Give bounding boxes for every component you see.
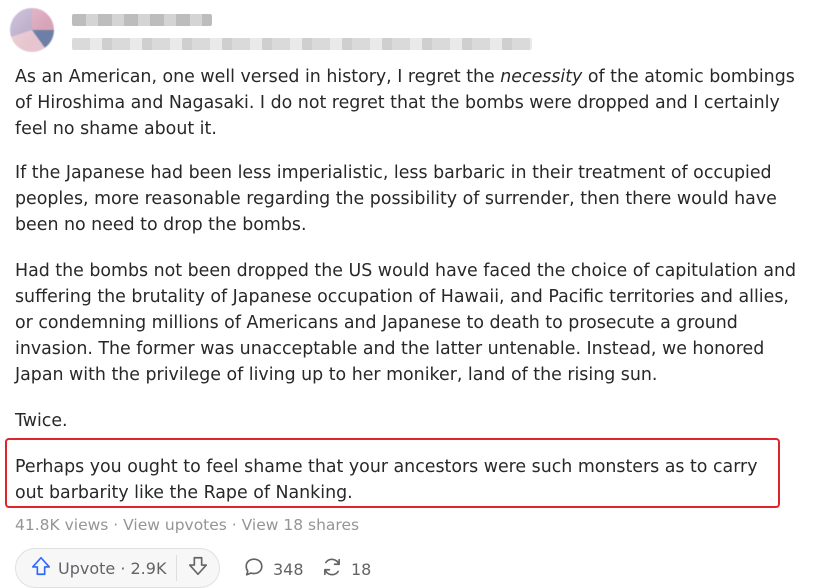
view-upvotes-link[interactable]: View upvotes xyxy=(123,516,227,534)
paragraph-1: As an American, one well versed in histo… xyxy=(15,64,805,142)
upvote-label: Upvote · 2.9K xyxy=(58,558,167,578)
paragraph-2: If the Japanese had been less imperialis… xyxy=(15,163,777,235)
paragraph-3: Had the bombs not been dropped the US wo… xyxy=(15,261,797,385)
paragraph-4: Twice. xyxy=(15,411,68,431)
comment-bubble-icon xyxy=(243,556,273,582)
vote-group: Upvote · 2.9K xyxy=(15,548,220,588)
action-bar: Upvote · 2.9K 348 18 xyxy=(15,546,435,588)
highlight-annotation-box xyxy=(5,438,780,508)
views-count: 41.8K views xyxy=(15,516,109,534)
author-header xyxy=(10,6,570,54)
paragraph-1-emphasis: necessity xyxy=(500,67,583,87)
stats-separator: · xyxy=(108,516,124,534)
downvote-arrow-icon xyxy=(187,555,209,581)
author-name-redacted xyxy=(72,14,212,26)
answer-stats: 41.8K views · View upvotes · View 18 sha… xyxy=(15,516,359,534)
upvote-button[interactable]: Upvote · 2.9K xyxy=(16,549,176,587)
shares-count: 18 xyxy=(351,559,372,579)
paragraph-1-text-a: As an American, one well versed in histo… xyxy=(15,67,501,87)
share-button[interactable]: 18 xyxy=(321,556,371,582)
view-shares-link[interactable]: View 18 shares xyxy=(242,516,359,534)
author-credential-redacted xyxy=(72,38,532,50)
share-cycle-icon xyxy=(321,556,351,582)
upvote-arrow-icon xyxy=(30,555,58,581)
comments-button[interactable]: 348 xyxy=(243,556,304,582)
avatar[interactable] xyxy=(10,8,54,52)
downvote-button[interactable] xyxy=(177,549,219,587)
comments-count: 348 xyxy=(273,559,304,579)
stats-separator: · xyxy=(226,516,242,534)
